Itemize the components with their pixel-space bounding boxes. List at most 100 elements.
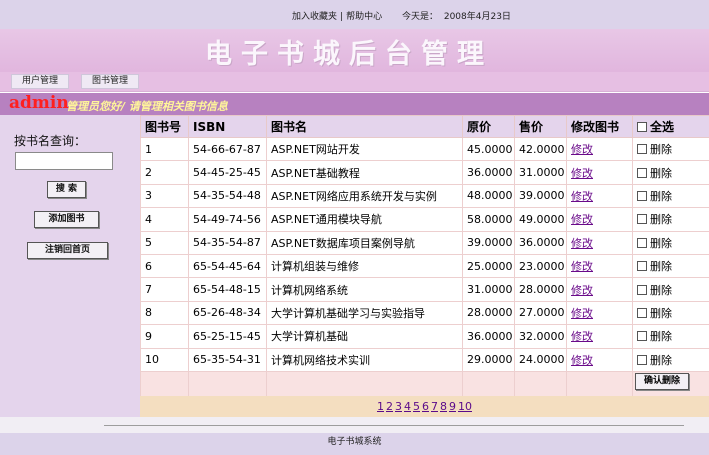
confirm-delete-button[interactable]: 确认删除	[635, 373, 690, 390]
cell-sale-price: 36.0000	[514, 230, 567, 255]
cell-book-id: 1	[140, 136, 189, 162]
page-link[interactable]: 8	[440, 400, 447, 413]
table-row: 7 65-54-48-15 计算机网络系统 31.0000 28.0000 修改 删除	[140, 277, 709, 302]
add-favorites-link[interactable]: 加入收藏夹	[292, 12, 337, 22]
add-book-button[interactable]: 添加图书	[34, 211, 99, 228]
cell-book-name: ASP.NET网络应用系统开发与实例	[266, 183, 463, 209]
edit-book-link[interactable]: 修改	[571, 143, 593, 156]
table-row: 4 54-49-74-56 ASP.NET通用模块导航 58.0000 49.0000 修…	[140, 207, 709, 232]
footer-divider	[104, 425, 684, 426]
delete-label: 删除	[650, 143, 672, 157]
page-link[interactable]: 10	[458, 400, 472, 413]
cell-book-name: 计算机网络系统	[266, 277, 463, 302]
edit-book-link[interactable]: 修改	[571, 354, 593, 367]
edit-book-link[interactable]: 修改	[571, 167, 593, 180]
nav-user-management[interactable]: 用户管理	[11, 74, 69, 89]
logout-home-button[interactable]: 注销回首页	[27, 242, 108, 259]
banner-title: 电子书城后台管理	[205, 39, 493, 70]
delete-checkbox[interactable]	[637, 190, 647, 201]
nav-book-management[interactable]: 图书管理	[81, 74, 139, 89]
cell-book-name: 计算机网络技术实训	[266, 347, 463, 372]
delete-checkbox[interactable]	[637, 167, 647, 178]
header-sale-price: 售价	[514, 115, 567, 138]
edit-book-link[interactable]: 修改	[571, 284, 593, 297]
delete-label: 删除	[650, 166, 672, 180]
sidebar: 按书名查询： 搜 索 添加图书 注销回首页	[0, 115, 140, 417]
delete-checkbox[interactable]	[637, 261, 647, 272]
delete-label: 删除	[650, 306, 672, 320]
cell-book-id: 10	[140, 347, 189, 372]
edit-book-link[interactable]: 修改	[571, 307, 593, 320]
cell-book-id: 5	[140, 230, 189, 255]
delete-checkbox[interactable]	[637, 284, 647, 295]
cell-book-name: 大学计算机基础	[266, 324, 463, 349]
cell-sale-price: 23.0000	[514, 253, 567, 279]
delete-checkbox[interactable]	[637, 214, 647, 225]
cell-book-id: 2	[140, 160, 189, 185]
table-row: 5 54-35-54-87 ASP.NET数据库项目案例导航 39.0000 36.00…	[140, 230, 709, 255]
search-input[interactable]	[15, 152, 113, 170]
cell-original-price: 31.0000	[462, 277, 515, 302]
page-link[interactable]: 6	[422, 400, 429, 413]
delete-label: 删除	[650, 260, 672, 274]
cell-sale-price: 32.0000	[514, 324, 567, 349]
cell-original-price: 45.0000	[462, 136, 515, 162]
delete-label: 删除	[650, 283, 672, 297]
cell-book-id: 6	[140, 253, 189, 279]
cell-isbn: 65-54-48-15	[188, 277, 267, 302]
cell-book-id: 7	[140, 277, 189, 302]
header-select-all[interactable]: 全选	[632, 115, 709, 138]
page-link[interactable]: 1	[377, 400, 384, 413]
table-header-row: 图书号 ISBN 图书名 原价 售价 修改图书 全选	[140, 115, 709, 138]
delete-checkbox[interactable]	[637, 331, 647, 342]
cell-isbn: 54-35-54-87	[188, 230, 267, 255]
footer: 电子书城系统	[0, 433, 709, 455]
table-row: 10 65-35-54-31 计算机网络技术实训 29.0000 24.0000 修改 删除	[140, 347, 709, 372]
cell-book-name: ASP.NET通用模块导航	[266, 207, 463, 232]
select-all-checkbox[interactable]	[637, 122, 647, 132]
cell-original-price: 25.0000	[462, 253, 515, 279]
cell-book-id: 8	[140, 300, 189, 326]
welcome-message: 管理员您好/ 请管理相关图书信息	[66, 100, 228, 113]
search-button[interactable]: 搜 索	[47, 181, 86, 198]
cell-isbn: 54-35-54-48	[188, 183, 267, 209]
cell-book-name: 计算机组装与维修	[266, 253, 463, 279]
cell-isbn: 65-26-48-34	[188, 300, 267, 326]
cell-sale-price: 27.0000	[514, 300, 567, 326]
cell-sale-price: 24.0000	[514, 347, 567, 372]
banner: 电子书城后台管理	[0, 29, 709, 72]
delete-label: 删除	[650, 189, 672, 203]
table-footer-row	[140, 370, 709, 397]
cell-original-price: 36.0000	[462, 160, 515, 185]
cell-sale-price: 39.0000	[514, 183, 567, 209]
edit-book-link[interactable]: 修改	[571, 190, 593, 203]
cell-book-name: 大学计算机基础学习与实验指导	[266, 300, 463, 326]
help-center-link[interactable]: 帮助中心	[346, 12, 382, 22]
cell-book-id: 4	[140, 207, 189, 232]
page-link[interactable]: 9	[449, 400, 456, 413]
delete-checkbox[interactable]	[637, 237, 647, 248]
edit-book-link[interactable]: 修改	[571, 260, 593, 273]
page-link[interactable]: 2	[386, 400, 393, 413]
delete-checkbox[interactable]	[637, 307, 647, 318]
pagination: 1 2 3 4 5 6 7 8 9 10	[140, 396, 709, 417]
edit-book-link[interactable]: 修改	[571, 213, 593, 226]
cell-isbn: 65-35-54-31	[188, 347, 267, 372]
cell-book-name: ASP.NET基础教程	[266, 160, 463, 185]
cell-isbn: 54-49-74-56	[188, 207, 267, 232]
header-book-name: 图书名	[266, 115, 463, 138]
delete-checkbox[interactable]	[637, 354, 647, 365]
cell-book-id: 3	[140, 183, 189, 209]
page-link[interactable]: 5	[413, 400, 420, 413]
edit-book-link[interactable]: 修改	[571, 330, 593, 343]
header-edit-book: 修改图书	[566, 115, 633, 138]
top-bar: 加入收藏夹 | 帮助中心 今天是： 2008年4月23日	[0, 0, 709, 29]
delete-checkbox[interactable]	[637, 144, 647, 155]
page-link[interactable]: 3	[395, 400, 402, 413]
edit-book-link[interactable]: 修改	[571, 237, 593, 250]
table-row: 1 54-66-67-87 ASP.NET网站开发 45.0000 42.0000 修改 删…	[140, 136, 709, 162]
page-link[interactable]: 4	[404, 400, 411, 413]
delete-label: 删除	[650, 236, 672, 250]
page-link[interactable]: 7	[431, 400, 438, 413]
cell-isbn: 65-54-45-64	[188, 253, 267, 279]
